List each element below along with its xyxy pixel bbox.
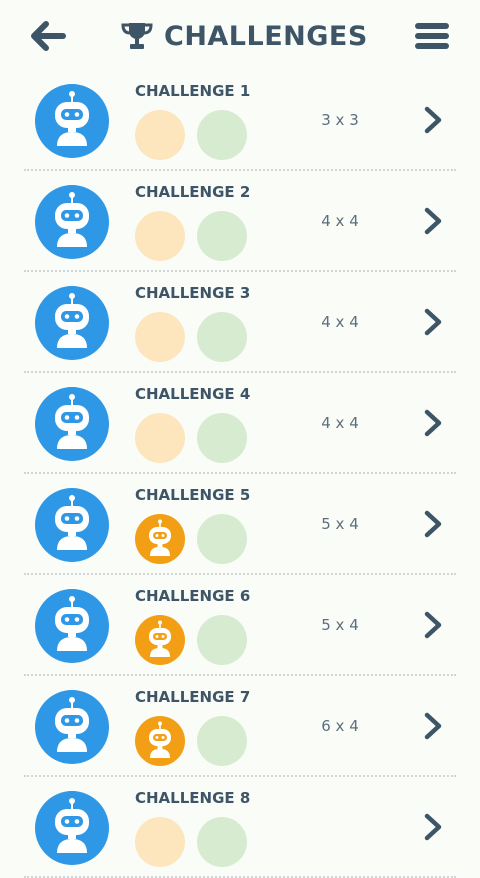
medal-placeholder-orange <box>135 817 185 867</box>
chevron-right-icon[interactable] <box>420 609 446 641</box>
medal-placeholder-green <box>197 110 247 160</box>
chevron-right-icon[interactable] <box>420 811 446 843</box>
challenge-title: CHALLENGE 8 <box>135 789 251 807</box>
grid-size: 4 x 4 <box>321 212 359 230</box>
robot-medal-icon <box>135 615 185 665</box>
medal-placeholder-orange <box>135 312 185 362</box>
challenge-row[interactable]: CHALLENGE 8 <box>0 777 480 878</box>
robot-medal-icon <box>135 514 185 564</box>
robot-avatar-icon <box>35 84 109 158</box>
trophy-icon <box>121 23 153 49</box>
grid-size: 4 x 4 <box>321 414 359 432</box>
medal-placeholder-green <box>197 615 247 665</box>
robot-avatar-icon <box>35 286 109 360</box>
grid-size: 5 x 4 <box>321 515 359 533</box>
medal-placeholder-green <box>197 413 247 463</box>
grid-size: 5 x 4 <box>321 616 359 634</box>
medal-placeholder-green <box>197 716 247 766</box>
challenge-list: CHALLENGE 1 3 x 3 CHALLENGE 2 4 x 4 CHAL… <box>0 70 480 878</box>
grid-size: 6 x 4 <box>321 717 359 735</box>
medal-placeholder-green <box>197 312 247 362</box>
robot-avatar-icon <box>35 791 109 865</box>
challenge-title: CHALLENGE 3 <box>135 284 251 302</box>
arrow-left-icon <box>31 21 66 51</box>
challenge-row[interactable]: CHALLENGE 7 6 x 4 <box>0 676 480 777</box>
challenge-title: CHALLENGE 5 <box>135 486 251 504</box>
robot-avatar-icon <box>35 589 109 663</box>
page-title: CHALLENGES <box>164 20 368 52</box>
challenge-row[interactable]: CHALLENGE 3 4 x 4 <box>0 272 480 373</box>
robot-medal-icon <box>135 716 185 766</box>
chevron-right-icon[interactable] <box>420 205 446 237</box>
back-button[interactable] <box>28 18 68 54</box>
medal-placeholder-orange <box>135 413 185 463</box>
challenge-row[interactable]: CHALLENGE 2 4 x 4 <box>0 171 480 272</box>
hamburger-menu-icon <box>415 23 449 49</box>
header-title-group: CHALLENGES <box>120 16 368 56</box>
grid-size: 4 x 4 <box>321 313 359 331</box>
medal-placeholder-orange <box>135 211 185 261</box>
chevron-right-icon[interactable] <box>420 104 446 136</box>
challenge-row[interactable]: CHALLENGE 6 5 x 4 <box>0 575 480 676</box>
challenge-row[interactable]: CHALLENGE 5 5 x 4 <box>0 474 480 575</box>
medal-placeholder-green <box>197 514 247 564</box>
menu-button[interactable] <box>412 18 452 54</box>
robot-avatar-icon <box>35 690 109 764</box>
medal-placeholder-green <box>197 817 247 867</box>
challenge-title: CHALLENGE 1 <box>135 82 251 100</box>
chevron-right-icon[interactable] <box>420 306 446 338</box>
chevron-right-icon[interactable] <box>420 508 446 540</box>
challenge-title: CHALLENGE 2 <box>135 183 251 201</box>
robot-avatar-icon <box>35 185 109 259</box>
grid-size: 3 x 3 <box>321 111 359 129</box>
challenge-row[interactable]: CHALLENGE 1 3 x 3 <box>0 70 480 171</box>
challenge-title: CHALLENGE 6 <box>135 587 251 605</box>
challenge-title: CHALLENGE 7 <box>135 688 251 706</box>
chevron-right-icon[interactable] <box>420 407 446 439</box>
medal-placeholder-orange <box>135 110 185 160</box>
challenge-title: CHALLENGE 4 <box>135 385 251 403</box>
chevron-right-icon[interactable] <box>420 710 446 742</box>
robot-avatar-icon <box>35 387 109 461</box>
challenge-row[interactable]: CHALLENGE 4 4 x 4 <box>0 373 480 474</box>
app-header: CHALLENGES <box>0 0 480 72</box>
robot-avatar-icon <box>35 488 109 562</box>
medal-placeholder-green <box>197 211 247 261</box>
